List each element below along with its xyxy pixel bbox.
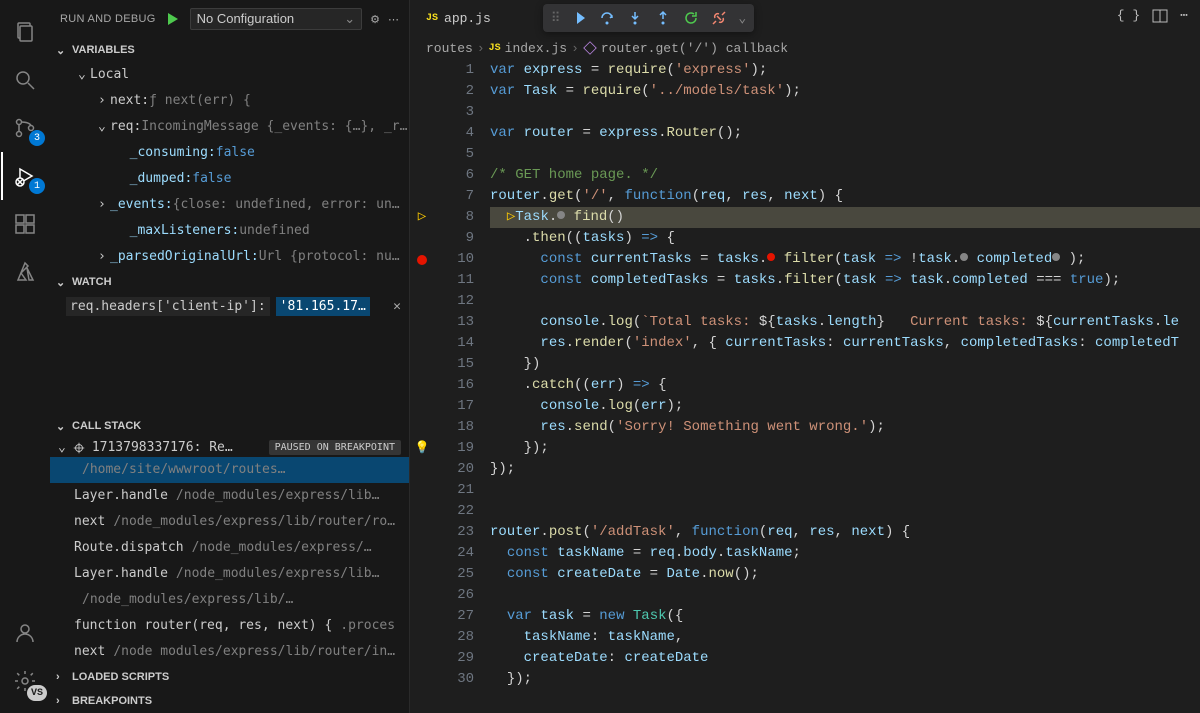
var-dumped[interactable]: _dumped: false: [50, 166, 409, 192]
js-icon: JS: [489, 43, 501, 54]
var-req[interactable]: ⌄ req: IncomingMessage {_events: {…}, _r…: [50, 114, 409, 140]
loaded-scripts-header[interactable]: ›LOADED SCRIPTS: [50, 665, 409, 689]
variables-section-header[interactable]: ⌄VARIABLES: [50, 38, 409, 62]
drag-handle-icon[interactable]: ⠿: [551, 11, 561, 26]
disconnect-button[interactable]: [710, 9, 728, 27]
variables-body: ⌄ Local › next: ƒ next(err) { ⌄ req: Inc…: [50, 62, 409, 270]
code-editor[interactable]: ▷💡 1234567891011121314151617181920212223…: [410, 60, 1200, 713]
more-actions-icon[interactable]: ⋯: [1180, 8, 1188, 28]
var-next[interactable]: › next: ƒ next(err) {: [50, 88, 409, 114]
activity-explorer[interactable]: [1, 8, 49, 56]
stack-frame[interactable]: next/node_modules/express/lib/router/ro…: [50, 509, 409, 535]
stack-frame[interactable]: /node_modules/express/lib/…: [50, 587, 409, 613]
tab-app-js[interactable]: JS app.js: [414, 0, 503, 36]
more-icon[interactable]: ⋯: [388, 13, 399, 26]
var-parsedurl[interactable]: › _parsedOriginalUrl: Url {protocol: nu…: [50, 244, 409, 270]
debug-badge: 1: [29, 178, 45, 194]
restart-button[interactable]: [682, 9, 700, 27]
step-over-button[interactable]: [598, 9, 616, 27]
editor-area: JS app.js ⠿ ⌄ { } ⋯ routes › JS index.js…: [410, 0, 1200, 713]
sidebar-header: RUN AND DEBUG No Configuration⌄ ⚙ ⋯: [50, 0, 409, 38]
continue-button[interactable]: [570, 9, 588, 27]
method-icon: [583, 41, 597, 55]
stack-frame[interactable]: Layer.handle/node_modules/express/lib…: [50, 561, 409, 587]
debug-sidebar: RUN AND DEBUG No Configuration⌄ ⚙ ⋯ ⌄VAR…: [50, 0, 410, 713]
breadcrumb[interactable]: routes › JS index.js › router.get('/') c…: [410, 36, 1200, 60]
breakpoints-header[interactable]: ›BREAKPOINTS: [50, 689, 409, 713]
braces-icon[interactable]: { }: [1117, 8, 1140, 28]
stack-frame[interactable]: function router(req, res, next) {.proces: [50, 613, 409, 639]
stack-frame[interactable]: next/node modules/express/lib/router/in…: [50, 639, 409, 665]
watch-remove-icon[interactable]: ✕: [393, 299, 401, 314]
step-into-button[interactable]: [626, 9, 644, 27]
callstack-section-header[interactable]: ⌄CALL STACK: [50, 414, 409, 438]
watch-body: req.headers['client-ip']: '81.165.17… ✕: [50, 294, 409, 319]
gear-icon[interactable]: ⚙: [370, 13, 380, 26]
split-editor-icon[interactable]: [1152, 8, 1168, 28]
activity-debug[interactable]: 1: [1, 152, 49, 200]
bug-icon: [72, 441, 86, 455]
activity-settings[interactable]: VS: [1, 657, 49, 705]
js-icon: JS: [426, 13, 438, 24]
watch-section-header[interactable]: ⌄WATCH: [50, 270, 409, 294]
chevron-down-icon[interactable]: ⌄: [738, 11, 746, 26]
watch-item[interactable]: req.headers['client-ip']: '81.165.17… ✕: [50, 294, 409, 319]
thread-row[interactable]: ⌄ 1713798337176: Re… PAUSED ON BREAKPOIN…: [50, 438, 409, 457]
editor-tabs: JS app.js ⠿ ⌄ { } ⋯: [410, 0, 1200, 36]
stack-frame[interactable]: Route.dispatch/node_modules/express/…: [50, 535, 409, 561]
paused-badge: PAUSED ON BREAKPOINT: [269, 440, 401, 455]
activity-extensions[interactable]: [1, 200, 49, 248]
activity-bar: 3 1 VS: [0, 0, 50, 713]
vs-badge: VS: [27, 685, 47, 701]
activity-search[interactable]: [1, 56, 49, 104]
var-events[interactable]: › _events: {close: undefined, error: un…: [50, 192, 409, 218]
activity-account[interactable]: [1, 609, 49, 657]
activity-bottom: VS: [1, 609, 49, 705]
start-debug-button[interactable]: [164, 10, 182, 28]
callstack-body: ⌄ 1713798337176: Re… PAUSED ON BREAKPOIN…: [50, 438, 409, 665]
stack-frame[interactable]: /home/site/wwwroot/routes…: [50, 457, 409, 483]
editor-actions: { } ⋯: [1117, 8, 1200, 28]
var-consuming[interactable]: _consuming: false: [50, 140, 409, 166]
var-maxlisteners[interactable]: _maxListeners: undefined: [50, 218, 409, 244]
scope-local[interactable]: ⌄ Local: [50, 62, 409, 88]
scm-badge: 3: [29, 130, 45, 146]
activity-scm[interactable]: 3: [1, 104, 49, 152]
debug-toolbar: ⠿ ⌄: [543, 4, 754, 32]
sidebar-title: RUN AND DEBUG: [60, 13, 156, 25]
config-select[interactable]: No Configuration⌄: [190, 8, 363, 30]
stack-frame[interactable]: Layer.handle/node_modules/express/lib…: [50, 483, 409, 509]
step-out-button[interactable]: [654, 9, 672, 27]
activity-azure[interactable]: [1, 248, 49, 296]
